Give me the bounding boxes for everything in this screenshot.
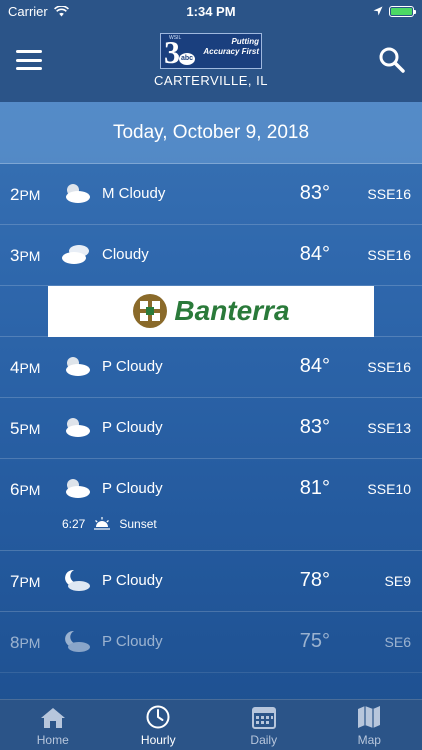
clock-icon — [146, 705, 170, 729]
hour-label: 4PM — [10, 358, 41, 377]
sunset-info: 6:27 Sunset — [62, 517, 157, 531]
cloudy-icon — [62, 245, 89, 264]
temperature-label: 81° — [299, 477, 330, 499]
tab-home[interactable]: Home — [0, 700, 106, 750]
date-header: Today, October 9, 2018 — [0, 102, 422, 164]
temperature-label: 84° — [299, 243, 330, 265]
menu-button[interactable] — [16, 50, 42, 70]
ad-brand: Banterra — [174, 295, 290, 326]
tab-map[interactable]: Map — [317, 700, 422, 750]
sunset-icon — [94, 517, 111, 530]
partly-cloudy-sun-icon — [66, 357, 90, 376]
condition-label: M Cloudy — [102, 185, 166, 202]
partly-cloudy-moon-icon — [65, 630, 90, 652]
hamburger-icon — [16, 50, 42, 53]
tab-map-label: Map — [357, 733, 381, 747]
condition-label: P Cloudy — [102, 358, 163, 375]
condition-label: P Cloudy — [102, 419, 163, 436]
ad-banner-row: Banterra — [0, 285, 422, 337]
condition-label: P Cloudy — [102, 572, 163, 589]
tab-bar: Home Hourly Daily Map — [0, 699, 422, 750]
wind-label: SE6 — [384, 634, 411, 650]
battery-icon — [389, 5, 416, 17]
hour-row[interactable]: 8PM P Cloudy 75° SE6 — [0, 612, 422, 673]
partly-cloudy-sun-icon — [66, 418, 90, 437]
tab-hourly[interactable]: Hourly — [106, 700, 212, 750]
partly-cloudy-sun-icon — [66, 479, 90, 498]
hour-label: 6PM — [10, 480, 41, 499]
hour-row[interactable]: 2PM M Cloudy 83° SSE16 — [0, 164, 422, 225]
hour-label: 7PM — [10, 572, 41, 591]
tab-daily-label: Daily — [250, 733, 278, 747]
condition-label: P Cloudy — [102, 480, 163, 497]
hour-row[interactable]: 5PM P Cloudy 83° SSE13 — [0, 398, 422, 459]
condition-label: P Cloudy — [102, 633, 163, 650]
wind-label: SSE16 — [367, 186, 411, 202]
home-icon — [40, 708, 65, 728]
app-header: WSIL 3 abc Putting Accuracy First CARTER… — [0, 22, 422, 102]
wind-label: SSE10 — [367, 481, 411, 497]
status-bar: Carrier 1:34 PM — [0, 0, 422, 22]
logo-network: abc — [179, 52, 195, 65]
hour-row[interactable]: 4PM P Cloudy 84° SSE16 — [0, 337, 422, 398]
station-branding: WSIL 3 abc Putting Accuracy First CARTER… — [154, 32, 268, 88]
location-label: CARTERVILLE, IL — [154, 72, 268, 88]
temperature-label: 84° — [299, 355, 330, 377]
sunset-label: Sunset — [119, 517, 157, 531]
hour-label: 3PM — [10, 246, 41, 265]
ad-banner[interactable]: Banterra — [48, 285, 374, 337]
wind-label: SE9 — [384, 573, 411, 589]
location-arrow-icon — [373, 6, 383, 16]
wind-label: SSE16 — [367, 359, 411, 375]
tab-daily[interactable]: Daily — [211, 700, 317, 750]
hour-row[interactable]: 7PM P Cloudy 78° SE9 — [0, 551, 422, 612]
banterra-logo-icon — [133, 294, 168, 328]
partly-cloudy-moon-icon — [65, 569, 90, 591]
hour-label: 2PM — [10, 185, 41, 204]
temperature-label: 83° — [299, 182, 330, 204]
hour-label: 8PM — [10, 633, 41, 652]
hour-row[interactable]: 6PM P Cloudy 81° SSE10 6:27 Sunset — [0, 459, 422, 551]
tab-home-label: Home — [36, 733, 69, 747]
tab-hourly-label: Hourly — [140, 733, 176, 747]
logo-number: 3 — [164, 33, 180, 69]
status-time: 1:34 PM — [186, 3, 236, 19]
wind-label: SSE13 — [367, 420, 411, 436]
logo-tagline: Putting Accuracy First — [203, 36, 259, 56]
sunset-time: 6:27 — [62, 517, 86, 531]
search-icon[interactable] — [378, 46, 406, 74]
condition-label: Cloudy — [102, 246, 149, 263]
hourly-list: 2PM M Cloudy 83° SSE16 3PM Cloudy 84° SS… — [0, 164, 422, 673]
temperature-label: 83° — [299, 416, 330, 438]
map-icon — [358, 706, 381, 728]
station-logo: WSIL 3 abc Putting Accuracy First — [160, 32, 262, 69]
wind-label: SSE16 — [367, 247, 411, 263]
hour-row[interactable]: 3PM Cloudy 84° SSE16 — [0, 225, 422, 286]
temperature-label: 75° — [299, 630, 330, 652]
calendar-icon — [251, 707, 276, 729]
temperature-label: 78° — [299, 569, 330, 591]
date-label: Today, October 9, 2018 — [112, 121, 310, 143]
partly-cloudy-sun-icon — [66, 184, 90, 203]
hour-label: 5PM — [10, 419, 41, 438]
